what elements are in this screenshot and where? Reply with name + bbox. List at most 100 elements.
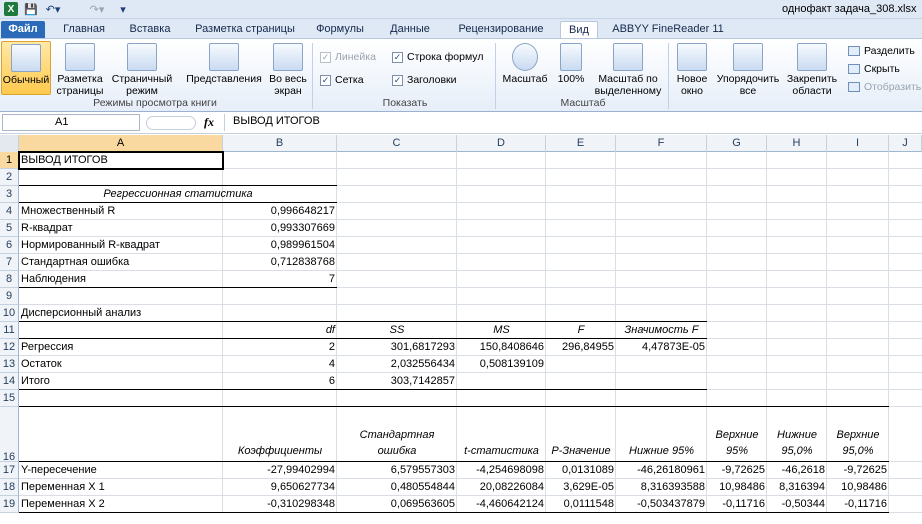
ruler-checkbox[interactable]: ✓ Линейка [320, 51, 376, 63]
cell-a17[interactable]: Y-пересечение [19, 462, 223, 479]
cell-b12[interactable]: 2 [223, 339, 337, 356]
cell-g19[interactable]: -0,11716 [707, 496, 767, 513]
hide-button[interactable]: Скрыть [848, 63, 900, 75]
row-header-19[interactable]: 19 [0, 496, 19, 513]
formula-bar-checkbox[interactable]: ✓ Строка формул [392, 51, 483, 63]
tab-review[interactable]: Рецензирование [452, 21, 550, 39]
cell-a3-regression-stats-header[interactable]: Регрессионная статистика [19, 186, 337, 203]
cell-b5[interactable]: 0,993307669 [223, 220, 337, 237]
column-header-b[interactable]: B [223, 135, 337, 152]
cell-d18[interactable]: 20,08226084 [457, 479, 546, 496]
cell-b6[interactable]: 0,989961504 [223, 237, 337, 254]
cell-c17[interactable]: 6,579557303 [337, 462, 457, 479]
row-header-16[interactable]: 16 [0, 407, 19, 463]
cell-c18[interactable]: 0,480554844 [337, 479, 457, 496]
cell-h18[interactable]: 8,316394 [767, 479, 827, 496]
freeze-panes-button[interactable]: Закрепить области [784, 41, 840, 97]
cell-a18[interactable]: Переменная X 1 [19, 479, 223, 496]
cell-c13[interactable]: 2,032556434 [337, 356, 457, 373]
cell-a13[interactable]: Остаток [19, 356, 223, 373]
fullscreen-button[interactable]: Во весь экран [266, 41, 310, 97]
formula-input[interactable]: ВЫВОД ИТОГОВ [224, 114, 922, 131]
cell-d16[interactable]: t-статистика [457, 407, 546, 462]
cell-c16[interactable]: Стандартная ошибка [337, 407, 457, 462]
tab-file[interactable]: Файл [1, 21, 45, 39]
row-header-3[interactable]: 3 [0, 186, 19, 203]
headings-checkbox[interactable]: ✓ Заголовки [392, 74, 457, 86]
cell-b4[interactable]: 0,996648217 [223, 203, 337, 220]
column-header-g[interactable]: G [707, 135, 767, 152]
cell-e17[interactable]: 0,0131089 [546, 462, 616, 479]
cell-e18[interactable]: 3,629E-05 [546, 479, 616, 496]
cell-f12[interactable]: 4,47873E-05 [616, 339, 707, 356]
column-header-h[interactable]: H [767, 135, 827, 152]
column-header-f[interactable]: F [616, 135, 707, 152]
cell-a4[interactable]: Множественный R [19, 203, 223, 220]
cell-h17[interactable]: -46,2618 [767, 462, 827, 479]
tab-view[interactable]: Вид [560, 21, 598, 39]
cell-i17[interactable]: -9,72625 [827, 462, 889, 479]
arrange-all-button[interactable]: Упорядочить все [714, 41, 782, 97]
cell-a14[interactable]: Итого [19, 373, 223, 390]
row-header-11[interactable]: 11 [0, 322, 19, 339]
cell-b11[interactable]: df [223, 322, 337, 339]
column-header-e[interactable]: E [546, 135, 616, 152]
tab-page-layout[interactable]: Разметка страницы [190, 21, 300, 39]
cell-g16[interactable]: Верхние 95% [707, 407, 767, 462]
formula-bar-expander[interactable] [146, 116, 196, 130]
row-header-17[interactable]: 17 [0, 462, 19, 479]
cell-e12[interactable]: 296,84955 [546, 339, 616, 356]
cell-a7[interactable]: Стандартная ошибка [19, 254, 223, 271]
gridlines-checkbox[interactable]: ✓ Сетка [320, 74, 364, 86]
cell-f18[interactable]: 8,316393588 [616, 479, 707, 496]
cell-c12[interactable]: 301,6817293 [337, 339, 457, 356]
customize-toolbar-icon[interactable]: ▾ [118, 2, 128, 16]
cell-d13[interactable]: 0,508139109 [457, 356, 546, 373]
row-header-18[interactable]: 18 [0, 479, 19, 496]
cell-f16[interactable]: Нижние 95% [616, 407, 707, 462]
cell-f19[interactable]: -0,503437879 [616, 496, 707, 513]
row-header-2[interactable]: 2 [0, 169, 19, 186]
cell-c19[interactable]: 0,069563605 [337, 496, 457, 513]
zoom-100-button[interactable]: 100% [554, 41, 588, 95]
row-header-13[interactable]: 13 [0, 356, 19, 373]
column-header-d[interactable]: D [457, 135, 546, 152]
cell-a19[interactable]: Переменная X 2 [19, 496, 223, 513]
select-all-corner[interactable] [0, 135, 19, 152]
cell-b18[interactable]: 9,650627734 [223, 479, 337, 496]
tab-abbyy[interactable]: ABBYY FineReader 11 [612, 21, 724, 39]
zoom-button[interactable]: Масштаб [500, 41, 550, 95]
tab-insert[interactable]: Вставка [122, 21, 178, 39]
cell-c14[interactable]: 303,7142857 [337, 373, 457, 390]
cell-a10-anova-title[interactable]: Дисперсионный анализ [19, 305, 223, 322]
normal-view-button[interactable]: Обычный [1, 41, 51, 95]
cell-b13[interactable]: 4 [223, 356, 337, 373]
column-header-c[interactable]: C [337, 135, 457, 152]
cell-e19[interactable]: 0,0111548 [546, 496, 616, 513]
custom-views-button[interactable]: Представления [184, 41, 264, 95]
cell-d19[interactable]: -4,460642124 [457, 496, 546, 513]
name-box[interactable]: A1 [2, 114, 140, 131]
cell-h19[interactable]: -0,50344 [767, 496, 827, 513]
cell-g18[interactable]: 10,98486 [707, 479, 767, 496]
row-header-1[interactable]: 1 [0, 152, 19, 169]
cell-d11[interactable]: MS [457, 322, 546, 339]
column-header-i[interactable]: I [827, 135, 889, 152]
cell-i18[interactable]: 10,98486 [827, 479, 889, 496]
row-header-9[interactable]: 9 [0, 288, 19, 305]
cell-c11[interactable]: SS [337, 322, 457, 339]
cell-b8[interactable]: 7 [223, 271, 337, 288]
cell-f11[interactable]: Значимость F [616, 322, 707, 339]
redo-icon[interactable]: ↷▾ [86, 2, 108, 16]
row-header-7[interactable]: 7 [0, 254, 19, 271]
row-header-15[interactable]: 15 [0, 390, 19, 407]
save-icon[interactable]: 💾 [24, 2, 38, 16]
zoom-to-selection-button[interactable]: Масштаб по выделенному [592, 41, 664, 97]
cell-g17[interactable]: -9,72625 [707, 462, 767, 479]
cell-a6[interactable]: Нормированный R-квадрат [19, 237, 223, 254]
cell-i19[interactable]: -0,11716 [827, 496, 889, 513]
cell-b7[interactable]: 0,712838768 [223, 254, 337, 271]
cell-i16[interactable]: Верхние 95,0% [827, 407, 889, 462]
tab-data[interactable]: Данные [384, 21, 436, 39]
cell-b17[interactable]: -27,99402994 [223, 462, 337, 479]
